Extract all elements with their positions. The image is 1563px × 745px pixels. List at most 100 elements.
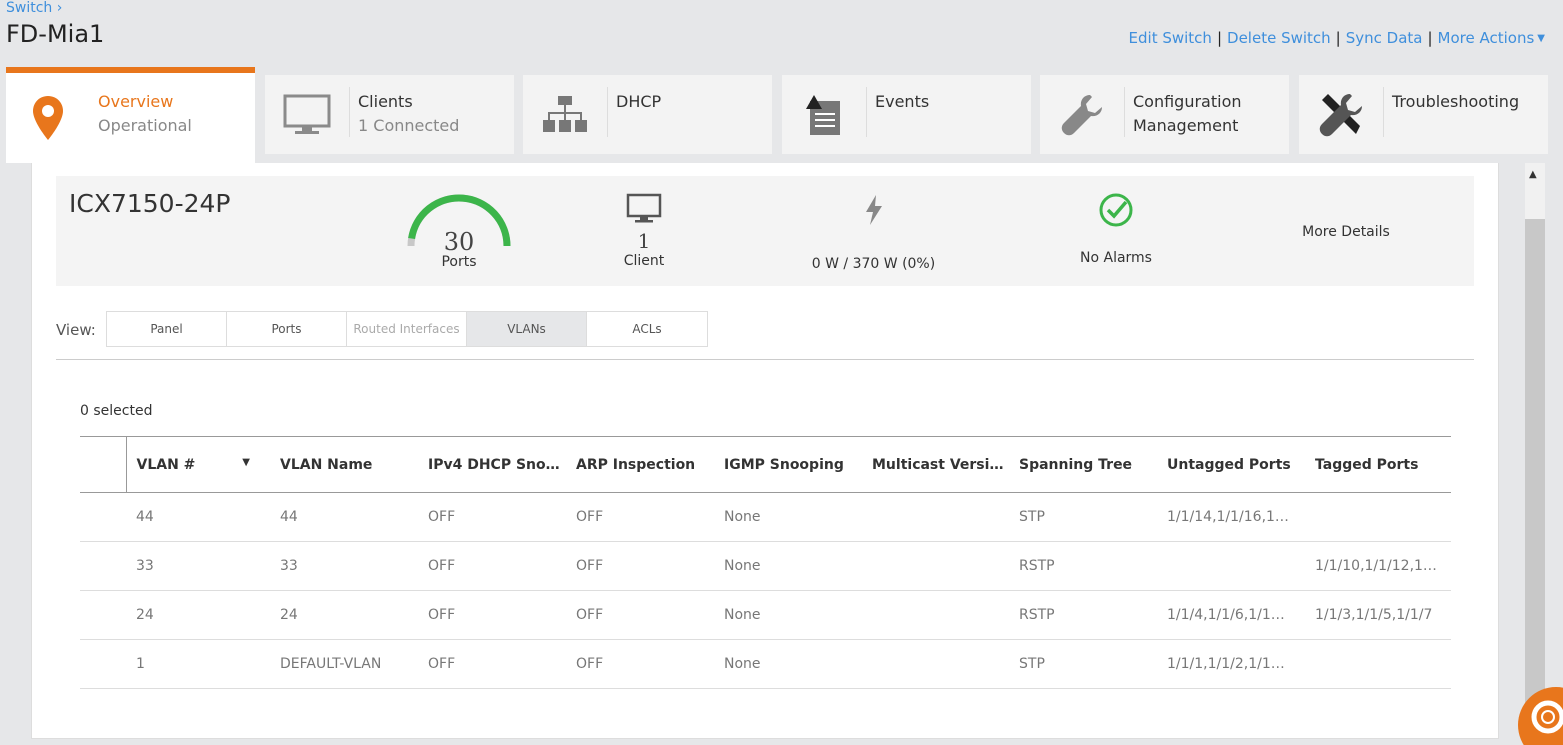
scrollbar[interactable]: ▲ — [1525, 163, 1545, 745]
delete-switch-link[interactable]: Delete Switch — [1227, 29, 1331, 47]
row-select-cell[interactable] — [80, 639, 126, 689]
edit-switch-link[interactable]: Edit Switch — [1129, 29, 1212, 47]
ports-stat: 30 Ports — [403, 190, 515, 270]
view-label: View: — [56, 321, 96, 339]
cell-vlan-name: 24 — [270, 590, 418, 640]
view-panel-button[interactable]: Panel — [107, 312, 227, 346]
cell-tagged-ports: 1/1/10,1/1/12,1… — [1305, 541, 1451, 591]
cell-ipv4-dhcp-snooping: OFF — [418, 590, 566, 640]
cell-untagged-ports: 1/1/1,1/1/2,1/1… — [1157, 639, 1305, 689]
cell-multicast-version — [862, 541, 1009, 591]
cell-tagged-ports — [1305, 492, 1451, 542]
column-header-spanning-tree[interactable]: Spanning Tree — [1009, 436, 1157, 493]
scroll-up-icon[interactable]: ▲ — [1529, 169, 1537, 180]
sort-desc-icon[interactable]: ▼ — [242, 457, 250, 468]
table-row[interactable]: 24 24 OFF OFF None RSTP 1/1/4,1/1/6,1/1… 1/1/3,… — [80, 590, 1451, 640]
table-header-row: VLAN # ▼ VLAN Name IPv4 DHCP Sno… ARP In… — [80, 436, 1451, 493]
cell-vlan-name: DEFAULT-VLAN — [270, 639, 418, 689]
more-details-link[interactable]: More Details — [1296, 224, 1396, 240]
cell-ipv4-dhcp-snooping: OFF — [418, 639, 566, 689]
switch-model: ICX7150-24P — [69, 189, 231, 218]
cell-multicast-version — [862, 590, 1009, 640]
cell-ipv4-dhcp-snooping: OFF — [418, 492, 566, 542]
cell-multicast-version — [862, 492, 1009, 542]
column-header-vlan-number[interactable]: VLAN # ▼ — [126, 436, 270, 493]
column-header-ipv4-dhcp-snooping[interactable]: IPv4 DHCP Sno… — [418, 436, 566, 493]
tab-label: Configuration — [1133, 92, 1242, 111]
table-row[interactable]: 1 DEFAULT-VLAN OFF OFF None STP 1/1/1,1/1/2,1/… — [80, 639, 1451, 689]
breadcrumb-switch-link[interactable]: Switch — [6, 0, 52, 16]
column-header-vlan-name[interactable]: VLAN Name — [270, 436, 418, 493]
row-select-cell[interactable] — [80, 492, 126, 542]
switch-summary: ICX7150-24P 30 Ports 1 Client 0 W / 370 … — [56, 176, 1474, 286]
table-row[interactable]: 33 33 OFF OFF None RSTP 1/1/10,1/1/12,1… — [80, 541, 1451, 591]
column-header-untagged-ports[interactable]: Untagged Ports — [1157, 436, 1305, 493]
cell-arp-inspection: OFF — [566, 492, 714, 542]
cell-ipv4-dhcp-snooping: OFF — [418, 541, 566, 591]
view-routed-interfaces-button[interactable]: Routed Interfaces — [347, 312, 467, 346]
cell-igmp-snooping: None — [714, 492, 862, 542]
cell-spanning-tree: STP — [1009, 639, 1157, 689]
alarms-status: No Alarms — [1080, 250, 1152, 266]
network-tree-icon — [523, 75, 607, 154]
clients-stat[interactable]: 1 Client — [604, 193, 684, 269]
cell-tagged-ports: 1/1/3,1/1/5,1/1/7 — [1305, 590, 1451, 640]
cell-vlan-number: 24 — [126, 590, 270, 640]
cell-arp-inspection: OFF — [566, 541, 714, 591]
more-actions-dropdown[interactable]: More Actions — [1438, 29, 1535, 47]
column-header-igmp-snooping[interactable]: IGMP Snooping — [714, 436, 862, 493]
monitor-icon — [265, 75, 349, 154]
column-header-tagged-ports[interactable]: Tagged Ports — [1305, 436, 1451, 493]
table-row[interactable]: 44 44 OFF OFF None STP 1/1/14,1/1/16,1… — [80, 492, 1451, 542]
column-header-multicast-version[interactable]: Multicast Version — [862, 436, 1009, 493]
tab-label: DHCP — [616, 92, 662, 111]
cell-untagged-ports: 1/1/4,1/1/6,1/1… — [1157, 590, 1305, 640]
view-acls-button[interactable]: ACLs — [587, 312, 707, 346]
content-panel: ICX7150-24P 30 Ports 1 Client 0 W / 370 … — [31, 163, 1499, 739]
power-usage: 0 W / 370 W (0%) — [811, 256, 936, 272]
cell-vlan-number: 44 — [126, 492, 270, 542]
cell-arp-inspection: OFF — [566, 639, 714, 689]
tab-label: Clients — [358, 92, 413, 111]
alarms-stat: No Alarms — [1071, 192, 1161, 266]
tab-label: Troubleshooting — [1392, 92, 1520, 111]
caret-down-icon[interactable]: ▼ — [1537, 33, 1545, 44]
vlan-table: VLAN # ▼ VLAN Name IPv4 DHCP Sno… ARP In… — [80, 436, 1451, 689]
page-title: FD-Mia1 — [6, 20, 105, 48]
column-header-arp-inspection[interactable]: ARP Inspection — [566, 436, 714, 493]
breadcrumb[interactable]: Switch › — [6, 0, 62, 16]
switch-actions: Edit Switch | Delete Switch | Sync Data … — [1129, 29, 1545, 47]
tab-overview[interactable]: Overview Operational — [6, 67, 255, 163]
tab-configuration-management[interactable]: Configuration Management — [1040, 75, 1289, 154]
cell-vlan-number: 1 — [126, 639, 270, 689]
separator: | — [1335, 29, 1341, 47]
tab-clients[interactable]: Clients 1 Connected — [265, 75, 514, 154]
wrench-icon — [1040, 75, 1124, 154]
selected-count: 0 selected — [80, 403, 153, 419]
sync-data-link[interactable]: Sync Data — [1346, 29, 1423, 47]
map-pin-icon — [6, 73, 90, 163]
table-body: 44 44 OFF OFF None STP 1/1/14,1/1/16,1… 33 33 OFF… — [80, 492, 1451, 689]
view-vlans-button[interactable]: VLANs — [467, 312, 587, 346]
row-select-cell[interactable] — [80, 541, 126, 591]
view-ports-button[interactable]: Ports — [227, 312, 347, 346]
chevron-right-icon: › — [56, 0, 63, 16]
separator: | — [1427, 29, 1433, 47]
tab-sublabel: Management — [1133, 116, 1239, 135]
monitor-icon — [626, 193, 662, 223]
tab-sublabel: Operational — [98, 116, 192, 135]
select-all-column[interactable] — [80, 436, 127, 493]
tab-troubleshooting[interactable]: Troubleshooting — [1299, 75, 1548, 154]
ports-count: 30 — [443, 228, 475, 256]
cell-vlan-name: 33 — [270, 541, 418, 591]
ports-label: Ports — [441, 254, 477, 270]
event-log-icon — [782, 75, 866, 154]
cell-igmp-snooping: None — [714, 590, 862, 640]
tab-dhcp[interactable]: DHCP — [523, 75, 772, 154]
tab-events[interactable]: Events — [782, 75, 1031, 154]
row-select-cell[interactable] — [80, 590, 126, 640]
lifebuoy-icon — [1531, 700, 1563, 734]
scrollbar-thumb[interactable] — [1525, 219, 1545, 745]
cell-tagged-ports — [1305, 639, 1451, 689]
cell-vlan-number: 33 — [126, 541, 270, 591]
